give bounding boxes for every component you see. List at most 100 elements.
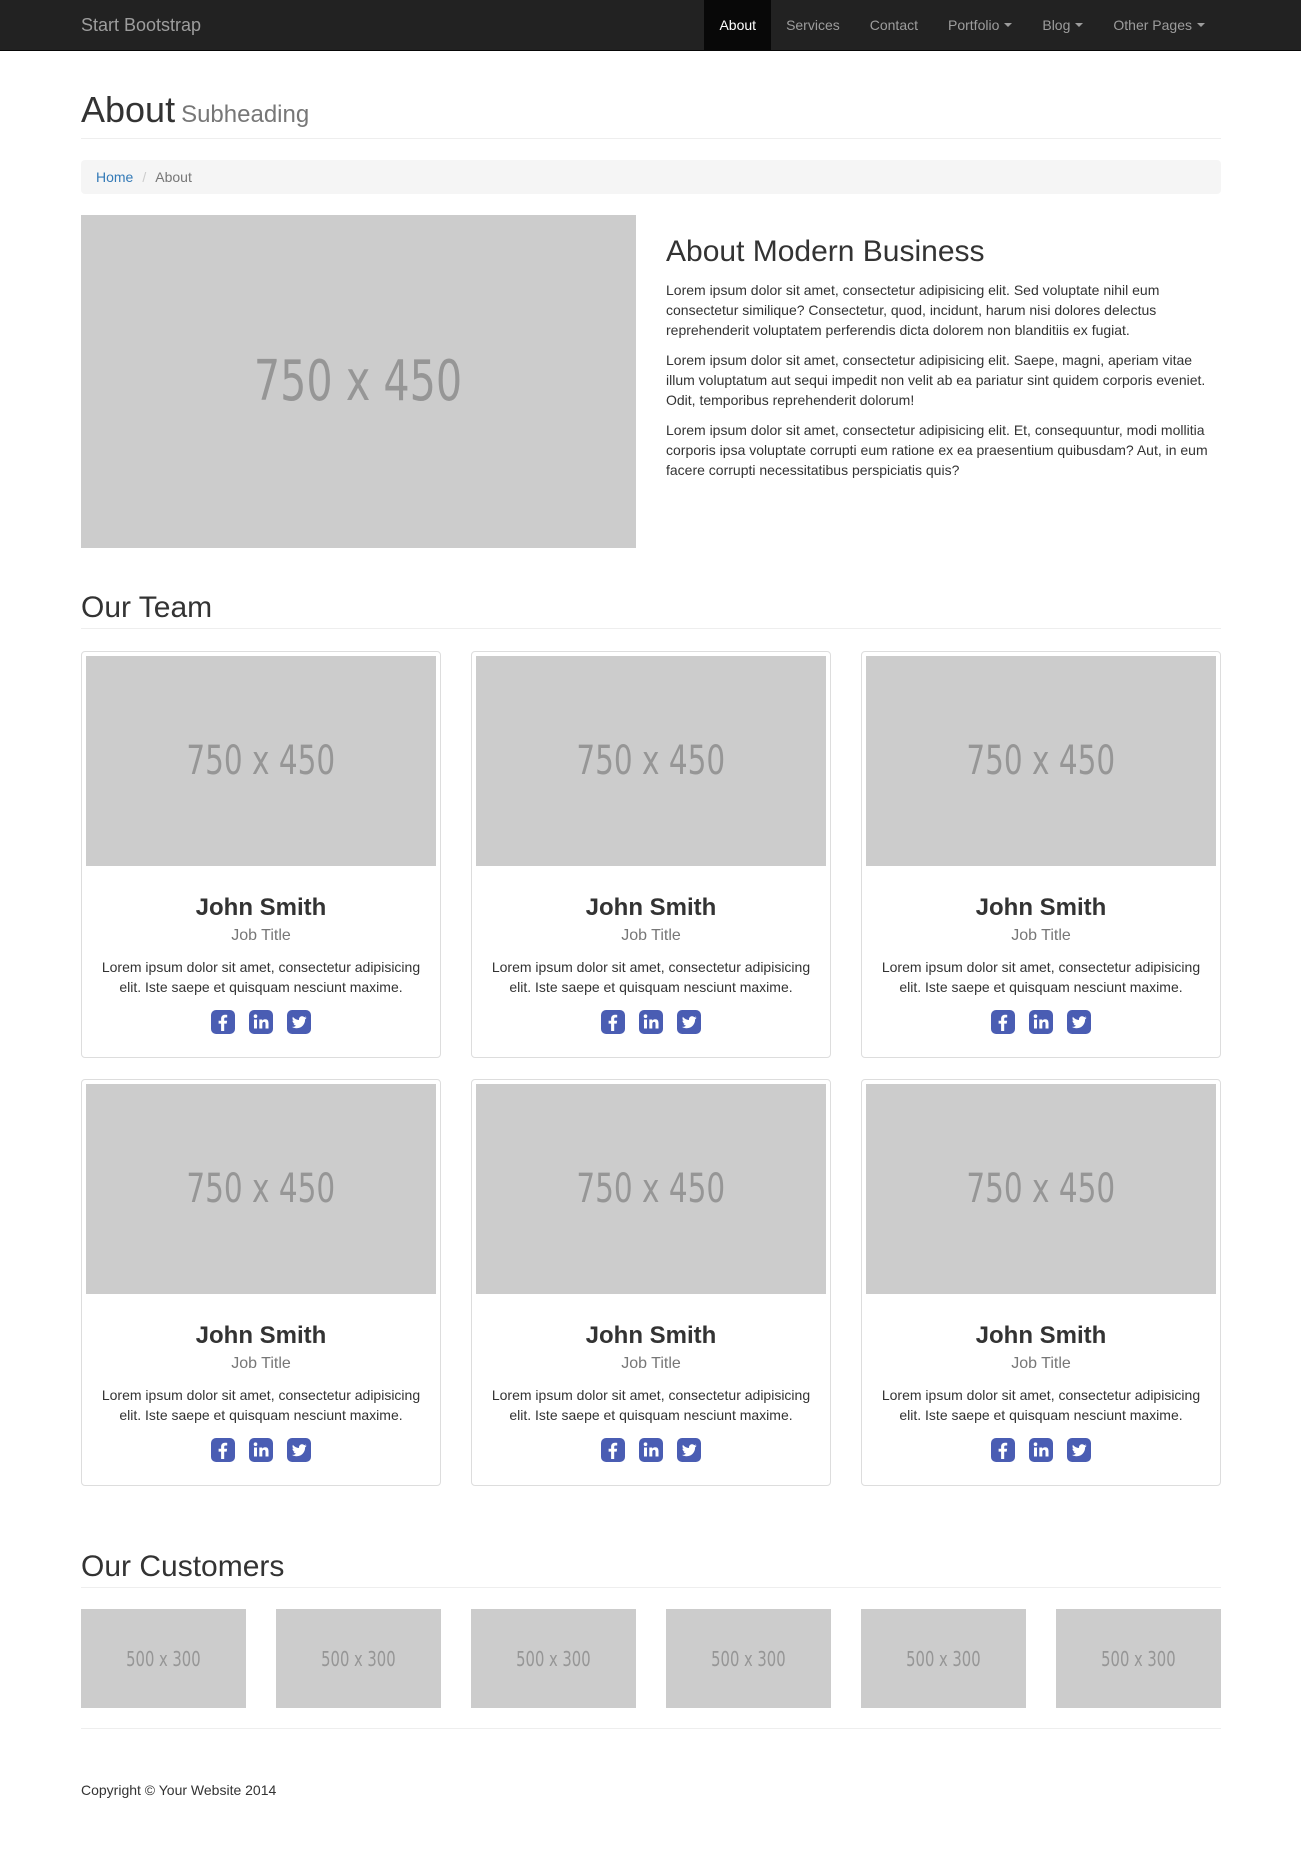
nav-item-portfolio[interactable]: Portfolio: [933, 0, 1027, 50]
customer-logo-label: 500 x 300: [321, 1646, 396, 1671]
nav-item-label: Other Pages: [1113, 17, 1192, 33]
about-image: 750 x 450: [81, 215, 636, 548]
about-heading: About Modern Business: [666, 235, 985, 268]
team-member-card: 750 x 450 John Smith Job Title Lorem ipsum …: [81, 651, 441, 1058]
team-member-bio: Lorem ipsum dolor sit amet, consectetur …: [881, 959, 1201, 995]
linkedin-icon[interactable]: [248, 1437, 274, 1463]
team-member-card: 750 x 450 John Smith Job Title Lorem ipsum …: [81, 1079, 441, 1486]
customer-logo-label: 500 x 300: [906, 1646, 981, 1671]
linkedin-icon[interactable]: [638, 1437, 664, 1463]
linkedin-icon[interactable]: [1028, 1437, 1054, 1463]
page-title-text: About: [81, 89, 176, 130]
team-member-role: Job Title: [231, 1355, 291, 1372]
facebook-icon[interactable]: [600, 1437, 626, 1463]
breadcrumb: Home / About: [81, 160, 1221, 194]
nav-item-other-pages[interactable]: Other Pages: [1098, 0, 1220, 50]
team-member-card: 750 x 450 John Smith Job Title Lorem ipsum …: [471, 1079, 831, 1486]
team-member-name: John Smith: [975, 894, 1107, 921]
team-member-bio: Lorem ipsum dolor sit amet, consectetur …: [881, 1387, 1201, 1423]
customer-logo[interactable]: 500 x 300: [81, 1609, 246, 1708]
facebook-icon[interactable]: [990, 1437, 1016, 1463]
team-member-social-links: [862, 1437, 1220, 1463]
team-member-photo: 750 x 450: [86, 656, 436, 866]
facebook-icon[interactable]: [990, 1009, 1016, 1035]
twitter-icon[interactable]: [676, 1009, 702, 1035]
footer-copyright: Copyright © Your Website 2014: [81, 1782, 277, 1798]
customer-logo[interactable]: 500 x 300: [471, 1609, 636, 1708]
about-paragraph: Lorem ipsum dolor sit amet, consectetur …: [666, 282, 1160, 338]
team-member-photo-label: 750 x 450: [966, 1166, 1116, 1212]
team-member-photo: 750 x 450: [866, 656, 1216, 866]
twitter-icon[interactable]: [286, 1009, 312, 1035]
caret-down-icon: [1197, 23, 1205, 27]
facebook-icon[interactable]: [210, 1009, 236, 1035]
about-image-label: 750 x 450: [254, 349, 463, 414]
breadcrumb-current: About: [155, 169, 192, 185]
customer-logo[interactable]: 500 x 300: [861, 1609, 1026, 1708]
page-header: About Subheading: [81, 88, 1221, 139]
nav-menu: About Services Contact Portfolio Blog Ot…: [704, 0, 1220, 50]
team-member-photo-label: 750 x 450: [186, 1166, 336, 1212]
team-member-card: 750 x 450 John Smith Job Title Lorem ipsum …: [861, 1079, 1221, 1486]
linkedin-icon[interactable]: [1028, 1009, 1054, 1035]
team-member-photo-label: 750 x 450: [966, 738, 1116, 784]
team-member-photo-label: 750 x 450: [186, 738, 336, 784]
team-member-social-links: [472, 1437, 830, 1463]
nav-item-label: Blog: [1042, 17, 1071, 33]
team-section-title: Our Team: [81, 588, 1221, 629]
team-member-name: John Smith: [195, 1322, 327, 1349]
customers-section-title: Our Customers: [81, 1547, 1221, 1588]
team-member-photo: 750 x 450: [866, 1084, 1216, 1294]
team-member-social-links: [82, 1009, 440, 1035]
linkedin-icon[interactable]: [638, 1009, 664, 1035]
team-member-social-links: [472, 1009, 830, 1035]
nav-item-blog[interactable]: Blog: [1027, 0, 1098, 50]
customer-logo-label: 500 x 300: [126, 1646, 201, 1671]
team-member-role: Job Title: [621, 1355, 681, 1372]
team-member-card: 750 x 450 John Smith Job Title Lorem ipsum …: [861, 651, 1221, 1058]
team-member-social-links: [82, 1437, 440, 1463]
team-member-role: Job Title: [1011, 927, 1071, 944]
team-member-card: 750 x 450 John Smith Job Title Lorem ipsum …: [471, 651, 831, 1058]
caret-down-icon: [1075, 23, 1084, 27]
facebook-icon[interactable]: [210, 1437, 236, 1463]
twitter-icon[interactable]: [1066, 1009, 1092, 1035]
customer-logo-label: 500 x 300: [1101, 1646, 1176, 1671]
page-subtitle: Subheading: [181, 101, 310, 128]
about-paragraph: Lorem ipsum dolor sit amet, consectetur …: [666, 352, 1206, 408]
twitter-icon[interactable]: [1066, 1437, 1092, 1463]
nav-item-label: Portfolio: [948, 17, 1000, 33]
brand-link[interactable]: Start Bootstrap: [81, 13, 201, 37]
nav-item-label: Contact: [869, 17, 918, 33]
team-member-photo: 750 x 450: [86, 1084, 436, 1294]
nav-item-label: Services: [786, 17, 840, 33]
about-text: About Modern Business Lorem ipsum dolor …: [666, 230, 1221, 490]
customer-logo[interactable]: 500 x 300: [666, 1609, 831, 1708]
twitter-icon[interactable]: [676, 1437, 702, 1463]
team-member-photo-label: 750 x 450: [576, 738, 726, 784]
team-member-photo: 750 x 450: [476, 1084, 826, 1294]
nav-item-label: About: [719, 17, 757, 33]
breadcrumb-home-link[interactable]: Home: [96, 169, 133, 185]
nav-item-services[interactable]: Services: [771, 0, 855, 50]
caret-down-icon: [1004, 23, 1013, 27]
facebook-icon[interactable]: [600, 1009, 626, 1035]
team-member-bio: Lorem ipsum dolor sit amet, consectetur …: [101, 1387, 421, 1423]
team-member-name: John Smith: [585, 894, 717, 921]
customer-logo-label: 500 x 300: [516, 1646, 591, 1671]
team-member-name: John Smith: [195, 894, 327, 921]
customer-logo[interactable]: 500 x 300: [1056, 1609, 1221, 1708]
team-member-name: John Smith: [585, 1322, 717, 1349]
nav-item-contact[interactable]: Contact: [855, 0, 933, 50]
team-member-bio: Lorem ipsum dolor sit amet, consectetur …: [101, 959, 421, 995]
breadcrumb-separator: /: [142, 169, 147, 185]
team-member-role: Job Title: [231, 927, 291, 944]
team-member-photo: 750 x 450: [476, 656, 826, 866]
linkedin-icon[interactable]: [248, 1009, 274, 1035]
footer-divider: [81, 1728, 1221, 1729]
nav-item-about[interactable]: About: [704, 0, 772, 50]
team-member-role: Job Title: [1011, 1355, 1071, 1372]
twitter-icon[interactable]: [286, 1437, 312, 1463]
customer-logo[interactable]: 500 x 300: [276, 1609, 441, 1708]
team-member-bio: Lorem ipsum dolor sit amet, consectetur …: [491, 1387, 811, 1423]
